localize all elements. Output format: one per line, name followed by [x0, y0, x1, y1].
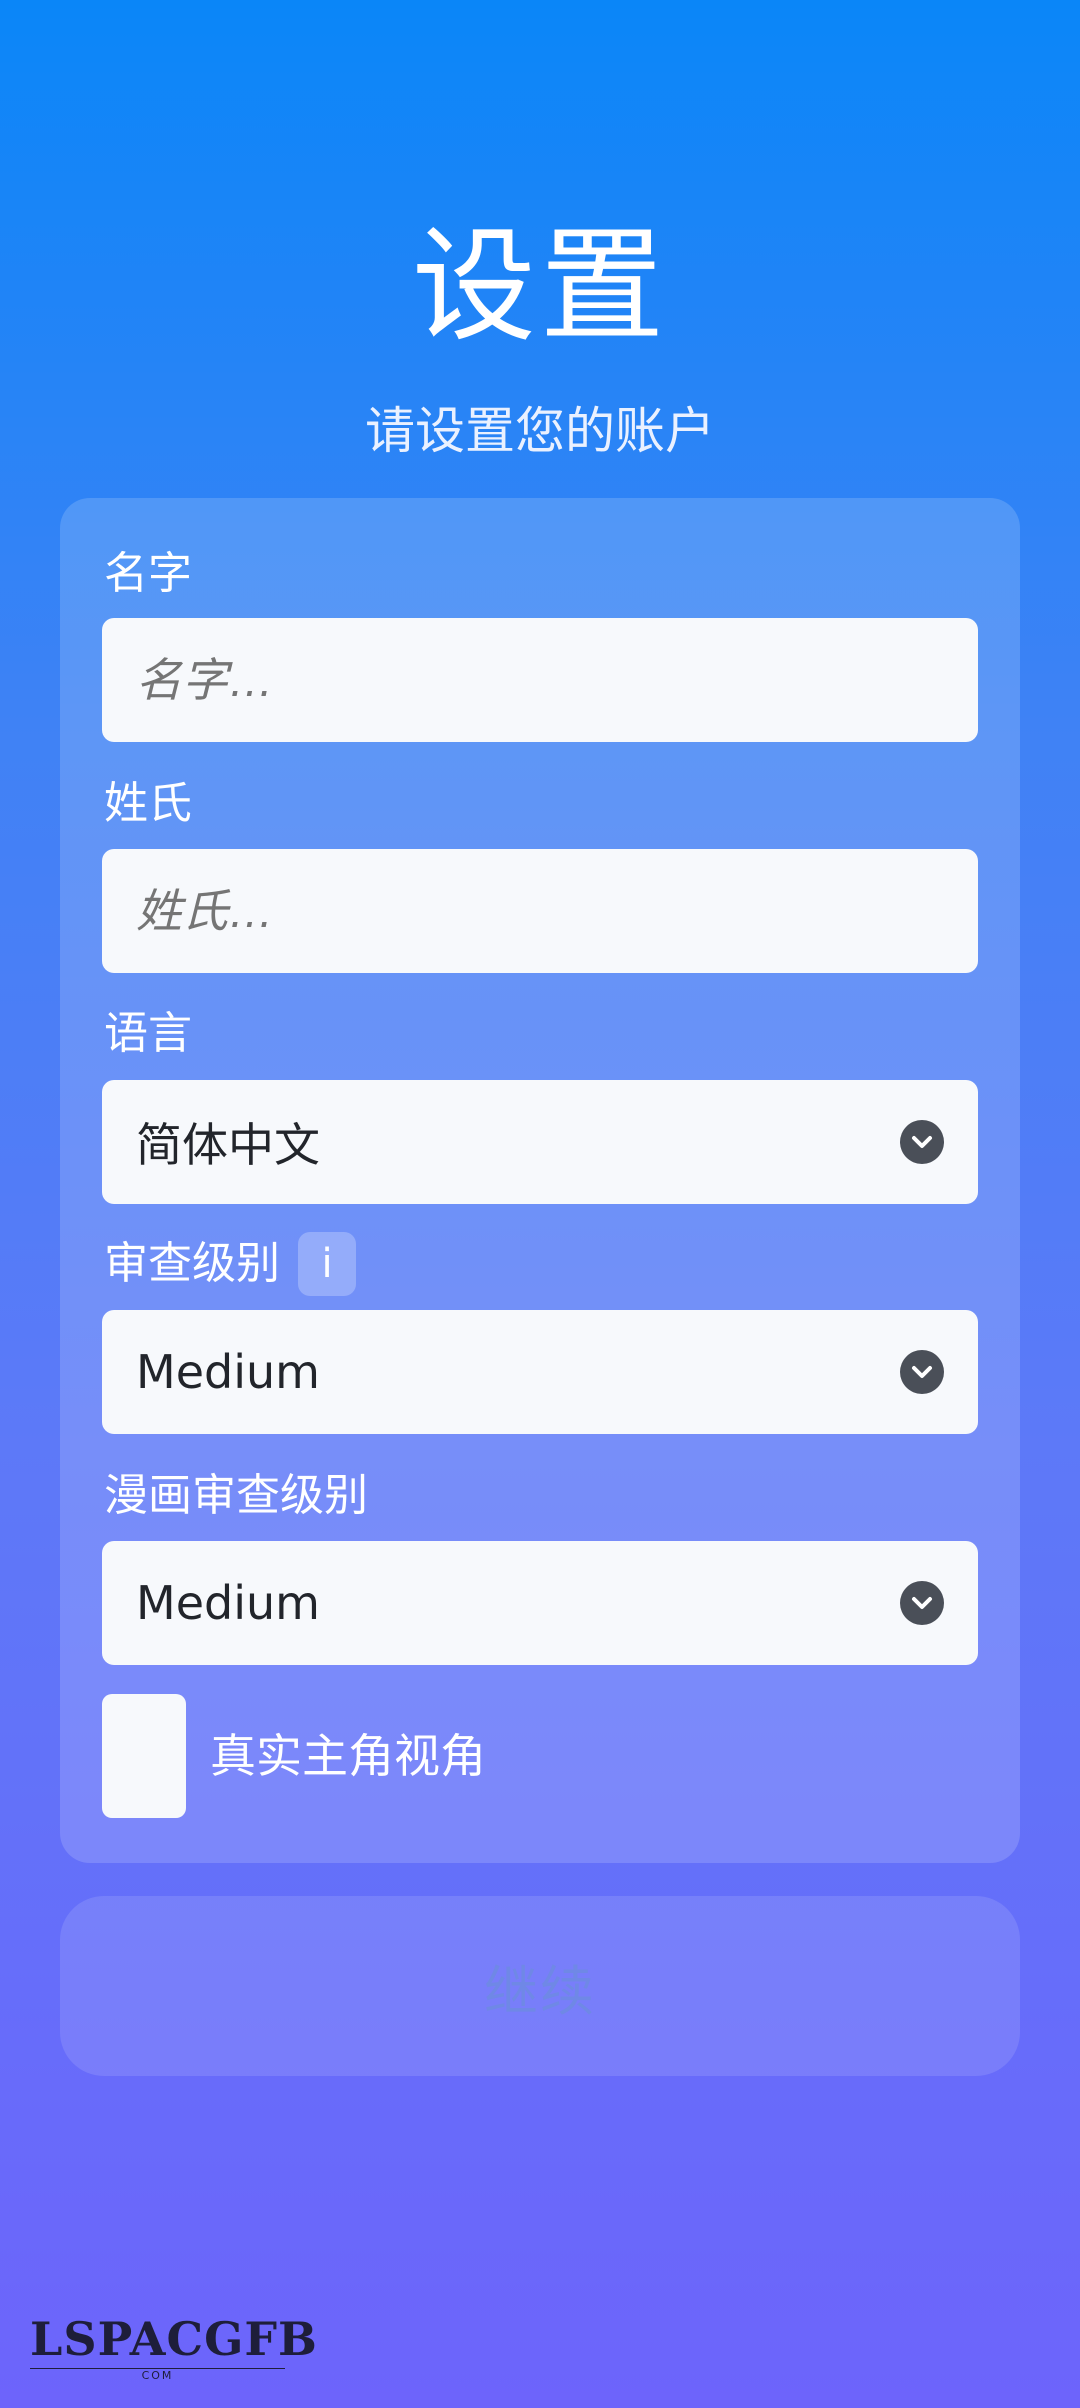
censorship-label-text: 审查级别 [104, 1238, 280, 1289]
chevron-down-icon [900, 1120, 944, 1164]
info-icon[interactable]: i [298, 1232, 356, 1296]
page-subtitle: 请设置您的账户 [365, 402, 715, 460]
language-select[interactable]: 简体中文 [102, 1080, 978, 1204]
continue-button[interactable]: 继续 [60, 1896, 1020, 2076]
setup-form-card: 名字 姓氏 语言 简体中文 审查级别 i Medium 漫画审查级别 Mediu… [60, 498, 1020, 1863]
watermark-brand: LSPACGFB [30, 2312, 318, 2366]
censorship-label: 审查级别 i [104, 1232, 356, 1296]
comic-censorship-label: 漫画审查级别 [104, 1470, 368, 1521]
watermark-logo: LSPACGFB COM [30, 2312, 318, 2383]
chevron-down-icon [900, 1350, 944, 1394]
first-name-input[interactable] [102, 618, 978, 742]
censorship-select[interactable]: Medium [102, 1310, 978, 1434]
comic-censorship-select[interactable]: Medium [102, 1541, 978, 1665]
realistic-pov-checkbox[interactable] [102, 1694, 186, 1818]
last-name-label: 姓氏 [104, 778, 192, 829]
realistic-pov-label: 真实主角视角 [210, 1729, 486, 1783]
first-name-label: 名字 [104, 548, 192, 599]
page-title: 设置 [411, 215, 668, 359]
chevron-down-icon [900, 1581, 944, 1625]
watermark-sub: COM [30, 2368, 285, 2383]
censorship-selected-value: Medium [136, 1345, 320, 1399]
comic-censorship-selected-value: Medium [136, 1576, 320, 1630]
language-selected-value: 简体中文 [136, 1118, 320, 1172]
language-label: 语言 [104, 1008, 192, 1059]
last-name-input[interactable] [102, 849, 978, 973]
